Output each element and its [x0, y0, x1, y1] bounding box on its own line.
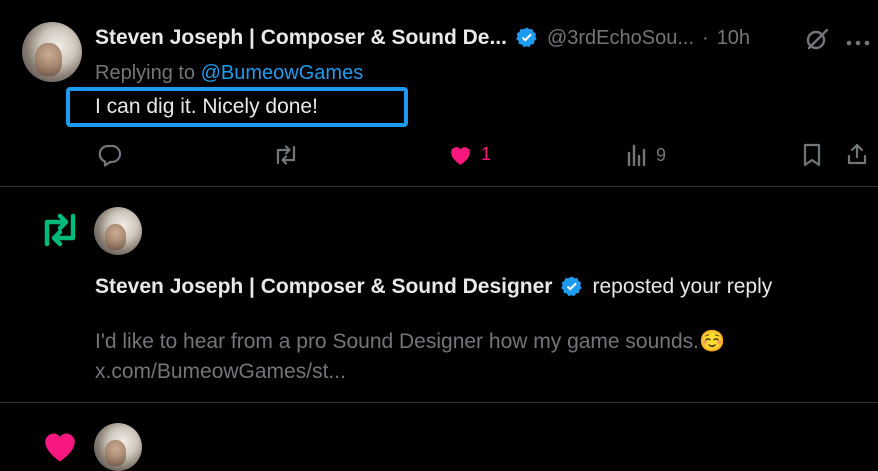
replying-prefix: Replying to — [95, 62, 196, 84]
like-count: 1 — [481, 144, 492, 164]
quoted-tweet[interactable]: I'd like to hear from a pro Sound Design… — [95, 327, 855, 387]
reply-icon[interactable] — [97, 143, 123, 167]
author-name[interactable]: Steven Joseph | Composer & Sound De... — [95, 26, 507, 50]
like-notification-icon — [40, 427, 80, 468]
author-handle[interactable]: @3rdEchoSou... — [547, 27, 694, 50]
replying-to: Replying to @BumeowGames — [95, 62, 363, 85]
notification-title: Steven Joseph | Composer & Sound Designe… — [95, 275, 772, 299]
more-icon[interactable] — [846, 34, 870, 46]
reply-header: Steven Joseph | Composer & Sound De... @… — [95, 26, 750, 50]
tweet-text: I can dig it. Nicely done! — [95, 95, 318, 118]
share-icon[interactable] — [846, 142, 868, 166]
bookmark-icon[interactable] — [802, 143, 822, 167]
replying-handle[interactable]: @BumeowGames — [201, 62, 364, 84]
quoted-link[interactable]: x.com/BumeowGames/st... — [95, 357, 855, 387]
notification-author-name[interactable]: Steven Joseph | Composer & Sound Designe… — [95, 275, 552, 299]
like-icon — [448, 143, 473, 166]
repost-notification-icon — [38, 210, 82, 255]
grok-icon[interactable] — [804, 26, 830, 52]
repost-icon[interactable] — [272, 143, 300, 167]
verified-badge-icon — [560, 275, 584, 299]
timestamp[interactable]: 10h — [717, 27, 750, 50]
avatar[interactable] — [94, 207, 142, 255]
views-button[interactable]: 9 — [626, 144, 666, 166]
like-button[interactable]: 1 — [448, 143, 491, 166]
notification-action: reposted your reply — [592, 275, 773, 298]
reply-tweet[interactable]: Steven Joseph | Composer & Sound De... @… — [0, 0, 878, 186]
verified-badge-icon — [515, 26, 539, 50]
quoted-text: I'd like to hear from a pro Sound Design… — [95, 330, 726, 353]
avatar[interactable] — [94, 423, 142, 471]
avatar[interactable] — [22, 22, 82, 82]
views-icon — [626, 144, 648, 166]
view-count: 9 — [656, 144, 667, 165]
separator-dot: · — [702, 26, 709, 49]
like-notification[interactable] — [0, 403, 878, 471]
repost-notification[interactable]: Steven Joseph | Composer & Sound Designe… — [0, 187, 878, 402]
